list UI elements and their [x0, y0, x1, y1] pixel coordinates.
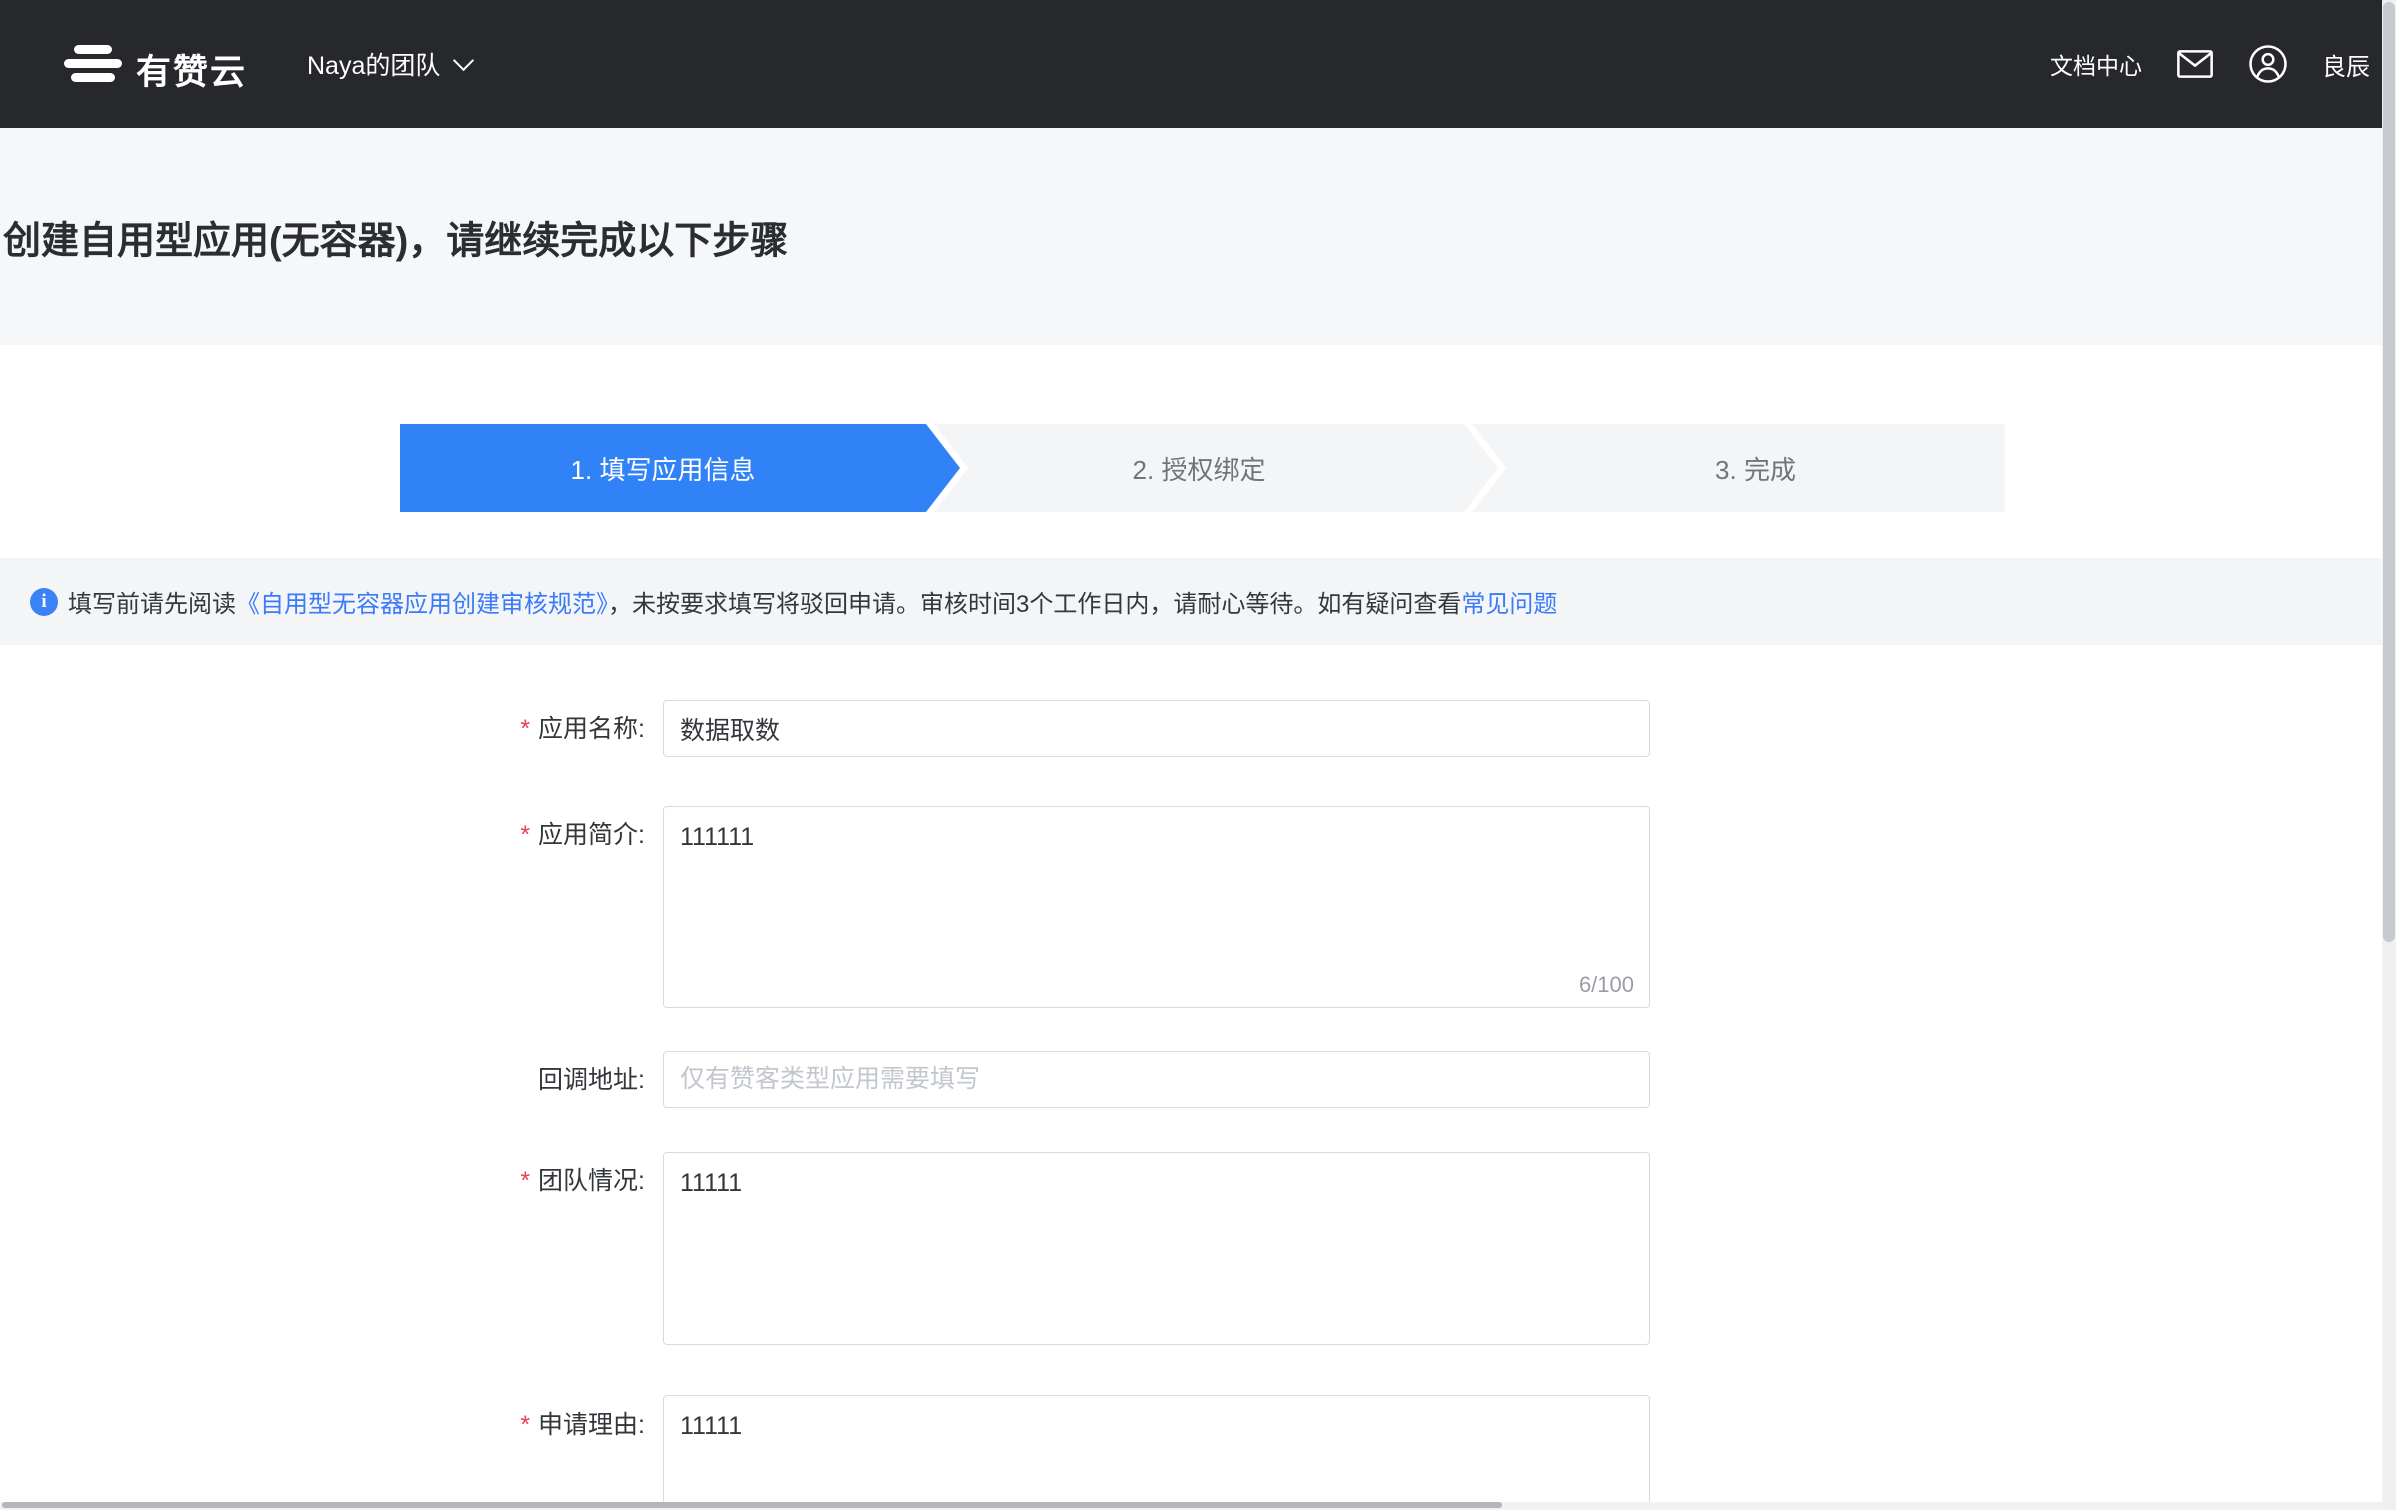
steps-section: 1. 填写应用信息 2. 授权绑定 3. 完成	[0, 345, 2396, 558]
mail-icon[interactable]	[2176, 48, 2214, 80]
label-text: 回调地址:	[538, 1066, 645, 1094]
required-asterisk: *	[520, 821, 531, 849]
step-tab-1-fill-app-info[interactable]: 1. 填写应用信息	[400, 424, 960, 512]
team-info-label: * 团队情况:	[325, 1166, 645, 1196]
apply-reason-field: 11111	[663, 1395, 1650, 1502]
app-intro-label: * 应用简介:	[325, 820, 645, 850]
team-selector-label: Naya的团队	[307, 52, 441, 80]
vertical-scrollbar[interactable]	[2382, 0, 2396, 1510]
title-band: 创建自用型应用(无容器)，请继续完成以下步骤	[0, 128, 2396, 345]
label-text: 应用简介:	[538, 821, 645, 849]
horizontal-scrollbar[interactable]	[0, 1502, 2396, 1510]
label-text: 团队情况:	[538, 1167, 645, 1195]
page-title: 创建自用型应用(无容器)，请继续完成以下步骤	[3, 220, 789, 262]
brand-title: 有赞云	[136, 53, 248, 92]
team-info-field: 11111	[663, 1152, 1650, 1345]
required-asterisk: *	[520, 1411, 531, 1439]
app-intro-field: 111111 6/100	[663, 806, 1650, 1008]
logo-bar	[74, 45, 112, 54]
step-tab-3-done[interactable]: 3. 完成	[1472, 424, 2005, 512]
docs-center-link[interactable]: 文档中心	[2050, 47, 2142, 81]
callback-url-input[interactable]	[663, 1051, 1650, 1108]
user-avatar-icon[interactable]	[2248, 44, 2288, 84]
username[interactable]: 良辰	[2322, 47, 2370, 82]
app-form: *应用名称: *应用简介: 111111 6/100 回调地址: *团队情况: …	[0, 645, 2396, 1502]
step-label: 1. 填写应用信息	[570, 454, 756, 485]
char-counter: 6/100	[1578, 972, 1634, 997]
faq-link[interactable]: 常见问题	[1461, 591, 1557, 618]
required-asterisk: *	[520, 1167, 531, 1195]
label-text: 应用名称:	[538, 715, 645, 743]
label-text: 申请理由:	[538, 1411, 645, 1439]
vertical-scrollbar-thumb[interactable]	[2383, 2, 2395, 942]
logo-bar	[64, 59, 122, 68]
team-selector[interactable]: Naya的团队	[307, 0, 475, 128]
info-icon: i	[30, 587, 58, 616]
notice-banner: i 填写前请先阅读《自用型无容器应用创建审核规范》，未按要求填写将驳回申请。审核…	[0, 558, 2396, 645]
header-right-group: 文档中心 良辰	[2050, 0, 2370, 128]
chevron-down-icon	[453, 49, 475, 71]
app-intro-textarea[interactable]: 111111	[663, 806, 1650, 1008]
youzan-logo-icon[interactable]	[64, 45, 122, 83]
callback-url-label: 回调地址:	[325, 1065, 645, 1095]
app-name-input[interactable]	[663, 700, 1650, 757]
notice-text: 填写前请先阅读《自用型无容器应用创建审核规范》，未按要求填写将驳回申请。审核时间…	[68, 584, 1557, 619]
apply-reason-label: * 申请理由:	[325, 1410, 645, 1440]
team-info-textarea[interactable]: 11111	[663, 1152, 1650, 1345]
step-label: 3. 完成	[1715, 454, 1796, 485]
top-header: 有赞云 Naya的团队 文档中心 良辰	[0, 0, 2396, 128]
apply-reason-textarea[interactable]: 11111	[663, 1395, 1650, 1502]
logo-bar	[71, 73, 115, 82]
notice-text-part2: ，未按要求填写将驳回申请。审核时间3个工作日内，请耐心等待。如有疑问查看	[608, 591, 1462, 618]
app-name-label: * 应用名称:	[325, 714, 645, 744]
notice-text-part1: 填写前请先阅读	[68, 591, 236, 618]
step-label: 2. 授权绑定	[1132, 454, 1266, 485]
step-tab-2-authorize-bind[interactable]: 2. 授权绑定	[934, 424, 1498, 512]
horizontal-scrollbar-thumb[interactable]	[2, 1502, 1502, 1508]
required-asterisk: *	[520, 715, 531, 743]
audit-spec-link[interactable]: 《自用型无容器应用创建审核规范》	[236, 591, 608, 618]
